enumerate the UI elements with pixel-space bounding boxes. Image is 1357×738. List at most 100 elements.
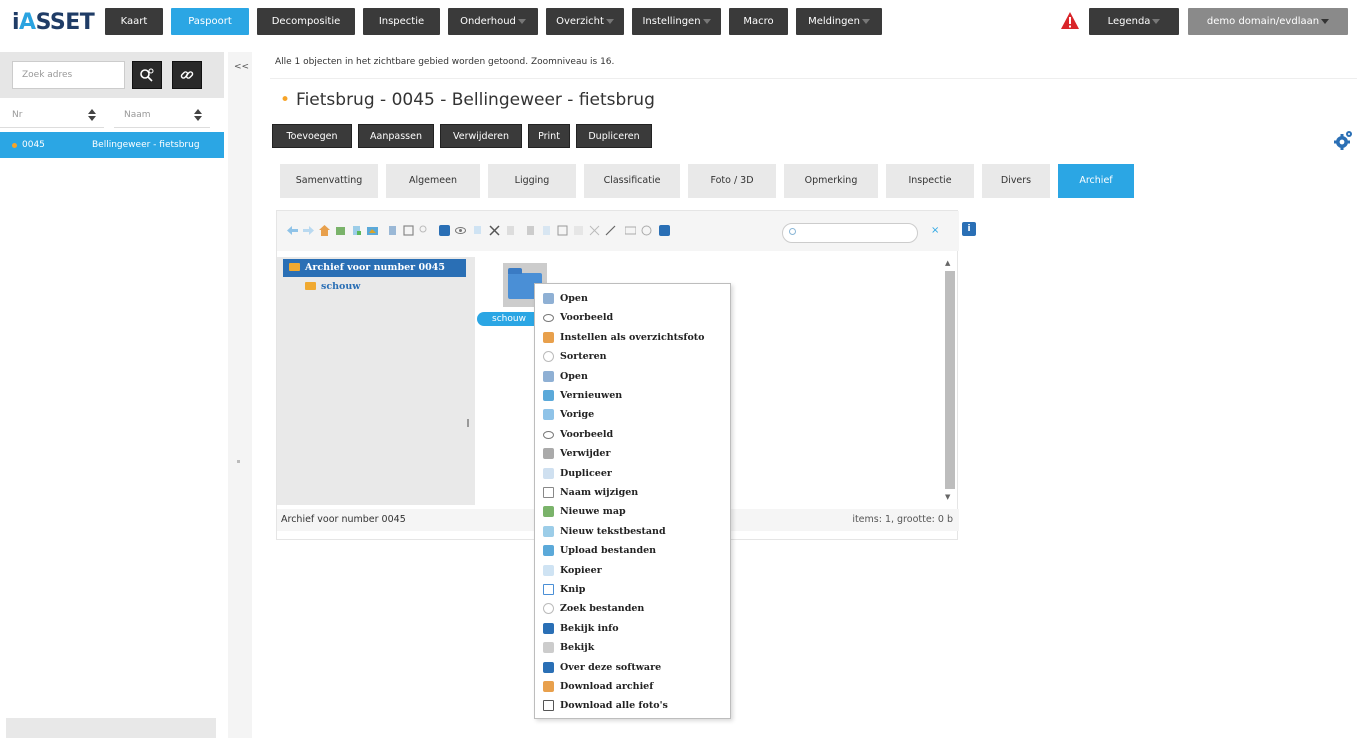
top-bar: iASSET Kaart Paspoort Decompositie Inspe… xyxy=(0,0,1357,44)
context-menu-item[interactable]: Verwijder xyxy=(535,444,730,463)
nav-kaart[interactable]: Kaart xyxy=(105,8,163,35)
context-menu-item[interactable]: Dupliceer xyxy=(535,464,730,483)
nav-inspectie[interactable]: Inspectie xyxy=(363,8,440,35)
context-menu-item[interactable]: Download archief xyxy=(535,677,730,696)
home-icon[interactable] xyxy=(319,225,330,236)
collapse-icon[interactable]: << xyxy=(234,62,249,72)
legend-button[interactable]: Legenda xyxy=(1089,8,1179,35)
context-menu-item[interactable]: Voorbeeld xyxy=(535,425,730,444)
context-menu-item[interactable]: Zoek bestanden xyxy=(535,599,730,618)
tab-foto-3d[interactable]: Foto / 3D xyxy=(688,164,776,198)
file-label[interactable]: schouw xyxy=(477,312,541,326)
duplicate-icon[interactable] xyxy=(541,225,552,236)
scrollbar[interactable]: ▲ ▼ xyxy=(943,257,955,505)
column-header-nr[interactable]: Nr xyxy=(0,102,104,128)
context-menu-item[interactable]: Nieuwe map xyxy=(535,502,730,521)
column-header-naam[interactable]: Naam xyxy=(114,102,210,128)
context-menu-item[interactable]: Sorteren xyxy=(535,347,730,366)
scroll-up-icon[interactable]: ▲ xyxy=(945,259,950,267)
file-manager-toolbar: × xyxy=(277,211,959,251)
tab-algemeen[interactable]: Algemeen xyxy=(386,164,480,198)
context-menu-item[interactable]: Voorbeeld xyxy=(535,308,730,327)
context-menu-item[interactable]: Instellen als overzichtsfoto xyxy=(535,328,730,347)
context-menu-item[interactable]: Vorige xyxy=(535,405,730,424)
warning-icon[interactable] xyxy=(1060,11,1080,31)
duplicate-button[interactable]: Dupliceren xyxy=(576,124,652,148)
extract-icon[interactable] xyxy=(573,225,584,236)
nav-instellingen[interactable]: Instellingen xyxy=(632,8,721,35)
tab-ligging[interactable]: Ligging xyxy=(488,164,576,198)
tab-samenvatting[interactable]: Samenvatting xyxy=(280,164,378,198)
context-menu-item[interactable]: Over deze software xyxy=(535,658,730,677)
nav-decompositie[interactable]: Decompositie xyxy=(257,8,355,35)
print-button[interactable]: Print xyxy=(528,124,570,148)
back-arrow-icon[interactable] xyxy=(287,225,298,236)
sort-icon[interactable] xyxy=(641,225,652,236)
link-button[interactable] xyxy=(172,61,202,89)
context-menu-item[interactable]: Naam wijzigen xyxy=(535,483,730,502)
app-logo[interactable]: iASSET xyxy=(12,6,98,40)
tab-inspectie[interactable]: Inspectie xyxy=(886,164,974,198)
tab-archief[interactable]: Archief xyxy=(1058,164,1134,198)
address-search-input[interactable]: Zoek adres xyxy=(12,61,125,89)
file-search-input[interactable] xyxy=(782,223,918,243)
copy-icon[interactable] xyxy=(473,225,484,236)
tab-classificatie[interactable]: Classificatie xyxy=(584,164,680,198)
tab-divers[interactable]: Divers xyxy=(982,164,1050,198)
view-icon[interactable] xyxy=(625,225,636,236)
tree-resize-handle[interactable] xyxy=(467,419,469,427)
list-item[interactable]: 0045 Bellingeweer - fietsbrug xyxy=(0,132,224,158)
info-icon[interactable] xyxy=(439,225,450,236)
delete-button[interactable]: Verwijderen xyxy=(440,124,522,148)
user-menu-button[interactable]: demo domain/evdlaan xyxy=(1188,8,1348,35)
nav-paspoort[interactable]: Paspoort xyxy=(171,8,249,35)
new-file-icon[interactable] xyxy=(351,225,362,236)
scrollbar-thumb[interactable] xyxy=(945,271,955,489)
paste-icon[interactable] xyxy=(505,225,516,236)
add-button[interactable]: Toevoegen xyxy=(272,124,352,148)
context-menu-item[interactable]: Kopieer xyxy=(535,561,730,580)
edit-button[interactable]: Aanpassen xyxy=(358,124,434,148)
context-menu-item[interactable]: Open xyxy=(535,289,730,308)
tree-root-folder[interactable]: Archief voor number 0045 xyxy=(283,259,466,277)
trash-icon[interactable] xyxy=(525,225,536,236)
nav-overzicht[interactable]: Overzicht xyxy=(546,8,624,35)
save-icon[interactable] xyxy=(403,225,414,236)
new-folder-icon[interactable] xyxy=(335,225,346,236)
eye-icon[interactable] xyxy=(455,225,466,236)
archive-icon[interactable] xyxy=(589,225,600,236)
forward-arrow-icon[interactable] xyxy=(303,225,314,236)
cut-icon[interactable] xyxy=(489,225,500,236)
gear-icon[interactable] xyxy=(1330,128,1354,152)
nav-meldingen[interactable]: Meldingen xyxy=(796,8,882,35)
splitter-handle[interactable] xyxy=(237,460,240,463)
edit-icon[interactable] xyxy=(605,225,616,236)
help-icon[interactable] xyxy=(659,225,670,236)
search-location-button[interactable] xyxy=(132,61,162,89)
context-menu-item[interactable]: Open xyxy=(535,367,730,386)
clear-search-icon[interactable]: × xyxy=(931,225,939,236)
sort-icon xyxy=(543,351,554,363)
context-menu-item[interactable]: Knip xyxy=(535,580,730,599)
context-menu-item[interactable]: Nieuw tekstbestand xyxy=(535,522,730,541)
context-menu-item[interactable]: Bekijk xyxy=(535,638,730,657)
tab-opmerking[interactable]: Opmerking xyxy=(784,164,878,198)
rename-icon[interactable] xyxy=(557,225,568,236)
context-menu-item[interactable]: Upload bestanden xyxy=(535,541,730,560)
nav-macro[interactable]: Macro xyxy=(729,8,788,35)
context-menu-item-label: Naam wijzigen xyxy=(560,487,639,498)
search-icon[interactable] xyxy=(419,225,430,236)
collapse-panel[interactable]: << xyxy=(228,52,252,738)
file-icon[interactable] xyxy=(387,225,398,236)
upload-icon[interactable] xyxy=(367,225,378,236)
left-panel-footer xyxy=(6,718,216,738)
info-icon[interactable]: i xyxy=(962,222,976,236)
context-menu-item-label: Download archief xyxy=(560,681,654,692)
context-menu-item[interactable]: Download alle foto's xyxy=(535,696,730,715)
context-menu-item[interactable]: Vernieuwen xyxy=(535,386,730,405)
nav-onderhoud[interactable]: Onderhoud xyxy=(448,8,538,35)
link-icon xyxy=(180,71,194,79)
tree-folder-schouw[interactable]: schouw xyxy=(305,281,360,292)
scroll-down-icon[interactable]: ▼ xyxy=(945,493,950,501)
context-menu-item[interactable]: Bekijk info xyxy=(535,619,730,638)
